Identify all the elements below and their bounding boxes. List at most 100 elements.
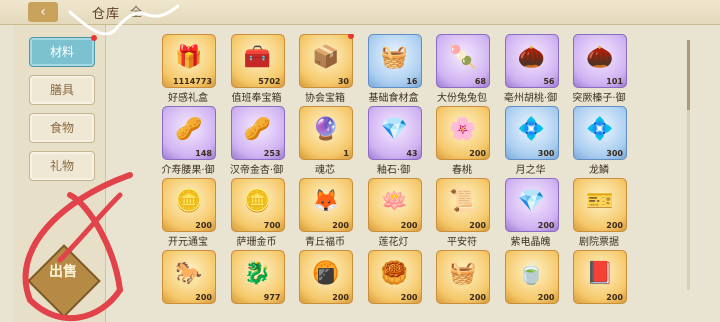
- inventory-item[interactable]: 💎 200 紫电晶魄: [499, 178, 567, 248]
- item-glyph-icon: 🌰: [517, 45, 546, 70]
- category-tab-1[interactable]: 膳具: [29, 75, 95, 105]
- inventory-item[interactable]: 🐉 977: [225, 250, 293, 320]
- item-glyph-icon: 🧺: [380, 45, 409, 70]
- category-label: 食物: [49, 121, 74, 135]
- item-icon: 🪙 200: [162, 178, 216, 232]
- inventory-item[interactable]: 🍘 200: [293, 250, 361, 320]
- item-count: 200: [400, 293, 418, 302]
- item-icon: 💠 300: [573, 106, 627, 160]
- item-name: 紫电晶魄: [510, 237, 551, 248]
- inventory-item[interactable]: 📕 200: [567, 250, 635, 320]
- inventory-item[interactable]: 🥜 253 汉帝金杏·御: [225, 106, 293, 176]
- inventory-item[interactable]: 💠 300 龙鳞: [567, 106, 635, 176]
- item-icon: 🥮 200: [367, 250, 422, 304]
- inventory-item[interactable]: 🪷 200 莲花灯: [362, 178, 430, 248]
- item-glyph-icon: 🍡: [449, 45, 477, 70]
- item-count: 200: [469, 293, 486, 302]
- item-icon: 🧰 5702: [230, 34, 285, 88]
- inventory-item[interactable]: 🧰 5702 值班奉宝箱: [225, 34, 293, 104]
- item-count: 300: [606, 149, 623, 158]
- category-label: 材料: [49, 45, 74, 59]
- item-icon: 🪷 200: [367, 178, 422, 232]
- item-grid: 🎁 1114773 好感礼盒 🧰 5702 值班奉宝箱 📦 30 协会宝箱 🧺 16 基础食材盒 🍡 68…: [156, 34, 676, 322]
- item-count: 101: [606, 77, 623, 86]
- inventory-item[interactable]: 🌸 200 春桃: [430, 106, 498, 176]
- item-icon: 🍘 200: [299, 250, 353, 304]
- item-icon: 🍡 68: [436, 34, 490, 88]
- item-name: 青丘福币: [305, 237, 345, 248]
- inventory-item[interactable]: 🦊 200 青丘福币: [293, 178, 361, 248]
- inventory-item[interactable]: 🧺 200: [430, 250, 498, 320]
- category-label: 膳具: [49, 83, 74, 97]
- item-glyph-icon: 🪙: [243, 189, 272, 214]
- item-icon: 🌸 200: [436, 106, 490, 160]
- back-button[interactable]: ‹: [28, 2, 58, 22]
- back-icon: ‹: [40, 4, 46, 20]
- tab-label[interactable]: 全: [130, 3, 142, 20]
- item-count: 1: [343, 149, 349, 158]
- category-tab-2[interactable]: 食物: [29, 113, 95, 143]
- item-name: 平安符: [447, 237, 477, 248]
- item-name: 剧院票据: [579, 237, 619, 248]
- inventory-item[interactable]: 📦 30 协会宝箱: [293, 34, 361, 104]
- item-glyph-icon: 🥜: [175, 117, 203, 142]
- item-icon: 🪙 700: [230, 178, 285, 232]
- inventory-item[interactable]: 🎫 200 剧院票据: [567, 178, 635, 248]
- item-count: 253: [263, 149, 281, 158]
- item-glyph-icon: 🌰: [586, 45, 614, 70]
- item-name: 突厥榛子·御: [572, 93, 626, 104]
- inventory-item[interactable]: 💠 300 月之华: [499, 106, 567, 176]
- inventory-item[interactable]: 📜 200 平安符: [430, 178, 498, 248]
- inventory-item[interactable]: 🍡 68 大份兔兔包: [430, 34, 498, 104]
- item-icon: 🎁 1114773: [162, 34, 216, 88]
- inventory-item[interactable]: 🧺 16 基础食材盒: [362, 34, 430, 104]
- inventory-item[interactable]: 🍵 200: [499, 250, 567, 320]
- item-glyph-icon: 🧺: [449, 261, 477, 286]
- inventory-item[interactable]: 🔮 1 魂芯: [293, 106, 361, 176]
- top-bar: ‹ 仓库 全: [0, 0, 720, 25]
- item-count: 200: [195, 221, 212, 230]
- item-icon: 🧺 200: [436, 250, 490, 304]
- item-glyph-icon: 🍵: [517, 261, 546, 286]
- inventory-item[interactable]: 🐎 200: [156, 250, 224, 320]
- item-glyph-icon: 📦: [312, 45, 340, 70]
- item-count: 68: [474, 77, 486, 86]
- item-name: 亳州胡桃·御: [503, 93, 558, 104]
- inventory-item[interactable]: 🌰 101 突厥榛子·御: [567, 34, 635, 104]
- inventory-item[interactable]: 🥮 200: [362, 250, 430, 320]
- item-count: 200: [332, 221, 349, 230]
- item-glyph-icon: 🥮: [380, 261, 409, 286]
- inventory-item[interactable]: 🎁 1114773 好感礼盒: [156, 34, 224, 104]
- item-count: 300: [537, 149, 555, 158]
- item-count: 5702: [258, 77, 281, 86]
- item-icon: 🐎 200: [162, 250, 216, 304]
- inventory-item[interactable]: 🪙 200 开元通宝: [156, 178, 224, 248]
- item-icon: 🐉 977: [230, 250, 285, 304]
- inventory-item[interactable]: 💎 43 釉石·御: [362, 106, 430, 176]
- item-glyph-icon: 📕: [586, 261, 614, 286]
- category-tab-3[interactable]: 礼物: [29, 151, 95, 181]
- item-icon: 📕 200: [573, 250, 627, 304]
- item-count: 30: [337, 77, 349, 86]
- item-name: 大份兔兔包: [437, 93, 487, 104]
- item-name: 介寿腰果·御: [161, 165, 215, 176]
- item-icon: 🦊 200: [299, 178, 353, 232]
- item-count: 1114773: [173, 77, 212, 86]
- item-glyph-icon: 🦊: [312, 189, 340, 214]
- page-title: 仓库: [92, 7, 121, 22]
- category-tab-0[interactable]: 材料: [29, 35, 97, 67]
- item-count: 43: [406, 149, 418, 158]
- item-glyph-icon: 💠: [586, 117, 614, 142]
- inventory-item[interactable]: 🌰 56 亳州胡桃·御: [499, 34, 567, 104]
- item-icon: 💎 200: [504, 178, 559, 232]
- item-icon: 🌰 56: [504, 34, 559, 88]
- inventory-item[interactable]: 🥜 148 介寿腰果·御: [156, 106, 224, 176]
- scrollbar-thumb[interactable]: [687, 40, 690, 110]
- item-name: 釉石·御: [376, 165, 411, 176]
- inventory-item[interactable]: 🪙 700 萨珊金币: [225, 178, 293, 248]
- item-icon: 🥜 253: [230, 106, 285, 160]
- item-name: 汉帝金杏·御: [229, 165, 284, 176]
- item-glyph-icon: 📜: [449, 189, 477, 214]
- item-count: 200: [469, 221, 486, 230]
- item-glyph-icon: 💠: [517, 117, 546, 142]
